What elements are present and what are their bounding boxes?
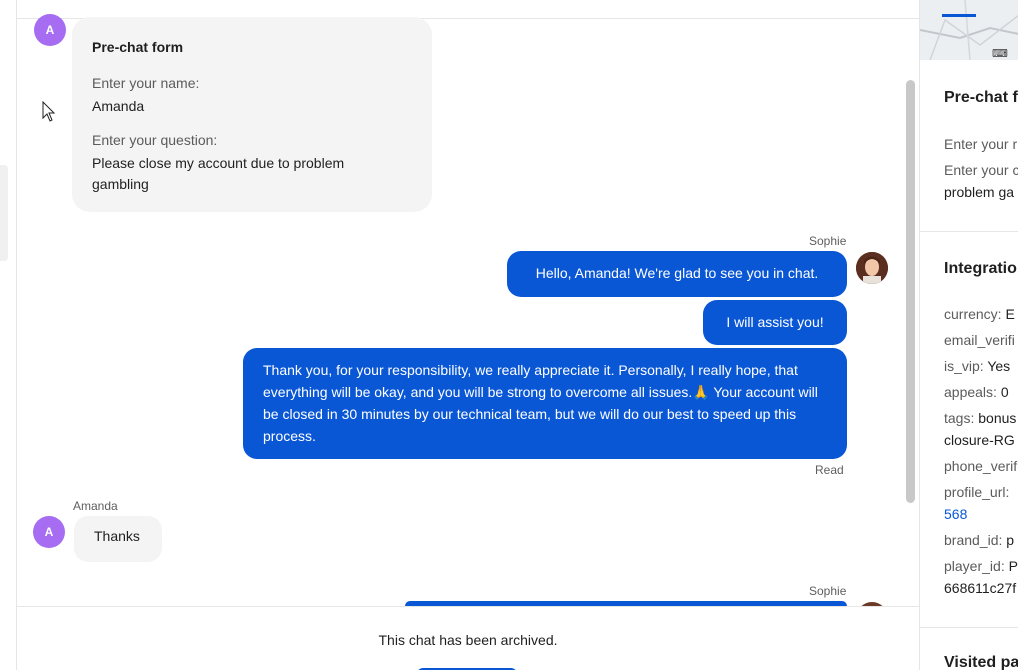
mouse-pointer-icon xyxy=(42,101,56,122)
prechat-form-title: Pre-chat form xyxy=(92,39,184,55)
customer-name: Amanda xyxy=(73,499,118,513)
prechat-section: Pre-chat f Enter your r Enter your c pro… xyxy=(920,60,1018,232)
section-title: Pre-chat f xyxy=(944,89,1018,106)
archived-notice: This chat has been archived. xyxy=(378,632,558,648)
agent-message: Hello, Amanda! We're glad to see you in … xyxy=(507,251,847,297)
field-row: phone_verif xyxy=(944,458,1018,474)
question-value: Please close my account due to problem g… xyxy=(92,155,345,192)
chat-page: A Pre-chat form Enter your name: Amanda … xyxy=(0,0,1018,670)
agent-name: Sophie xyxy=(809,234,847,248)
chat-scrollbar[interactable] xyxy=(906,80,915,503)
tab-indicator xyxy=(942,14,976,17)
archived-footer: This chat has been archived. xyxy=(17,606,919,670)
agent-message: I will assist you! xyxy=(703,300,847,345)
sidebar-collapse-handle[interactable] xyxy=(0,165,8,261)
prechat-value: problem ga xyxy=(944,184,1015,200)
name-value: Amanda xyxy=(92,98,145,114)
details-panel: ⌨ Pre-chat f Enter your r Enter your c p… xyxy=(919,0,1018,670)
field-row: brand_id: p xyxy=(944,532,1015,548)
read-status: Read xyxy=(815,463,844,477)
visited-pages-title: Visited pa xyxy=(944,654,1018,670)
customer-message: Thanks xyxy=(74,516,162,562)
chat-transcript: A Pre-chat form Enter your name: Amanda … xyxy=(17,0,919,670)
field-value: closure-RG xyxy=(944,432,1015,448)
map-thumbnail[interactable]: ⌨ xyxy=(920,0,1018,61)
field-row: is_vip: Yes xyxy=(944,358,1011,374)
agent-avatar xyxy=(856,252,888,284)
customer-avatar: A xyxy=(33,516,65,548)
name-label: Enter your name: xyxy=(92,75,200,91)
field-row: appeals: 0 xyxy=(944,384,1009,400)
agent-message: Thank you, for your responsibility, we r… xyxy=(243,348,847,459)
prechat-field: Enter your r xyxy=(944,136,1018,152)
field-row: tags: bonus xyxy=(944,410,1017,426)
prechat-field: Enter your c xyxy=(944,162,1018,178)
keyboard-icon: ⌨ xyxy=(992,48,1008,60)
profile-url-link[interactable]: 568 xyxy=(944,506,967,522)
prechat-form-bubble: Pre-chat form Enter your name: Amanda En… xyxy=(72,17,432,212)
field-row: profile_url: xyxy=(944,484,1010,500)
field-row: currency: E xyxy=(944,306,1015,322)
section-title: Integratio xyxy=(944,260,1017,277)
agent-name: Sophie xyxy=(809,584,847,598)
field-value: 668611c27f xyxy=(944,580,1017,596)
field-row: email_verifi xyxy=(944,332,1015,348)
customer-avatar: A xyxy=(34,14,66,46)
field-row: player_id: P xyxy=(944,558,1018,574)
left-sidebar-strip xyxy=(0,0,17,670)
integration-section: Integratio currency: E email_verifi is_v… xyxy=(920,232,1018,628)
question-label: Enter your question: xyxy=(92,132,218,148)
